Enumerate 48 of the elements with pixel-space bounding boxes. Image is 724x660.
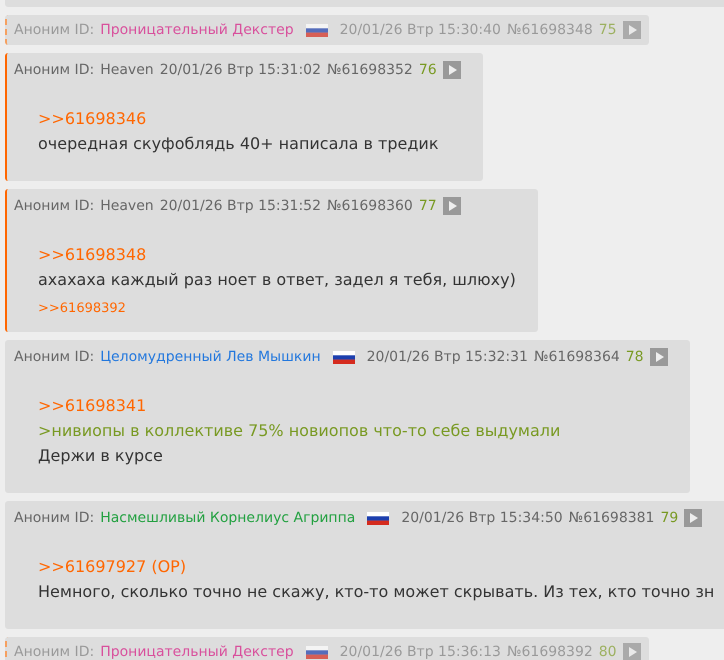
poster-label: Аноним ID: bbox=[14, 198, 94, 214]
post-counter: 80 bbox=[598, 644, 617, 660]
post-date: 20/01/26 Втр 15:32:31 bbox=[366, 349, 528, 365]
post-text: очередная скуфоблядь 40+ написала в тредик bbox=[38, 134, 440, 153]
post-text: Немного, сколько точно не скажу, кто-то может скрывать. Из тех, кто точно зн bbox=[38, 582, 714, 601]
post-text: ахахаха каждый раз ноет в ответ, задел я тебя, шлюху) bbox=[38, 270, 516, 289]
play-icon[interactable] bbox=[442, 197, 461, 215]
post-number[interactable]: №61698392 bbox=[506, 644, 593, 660]
post-counter: 77 bbox=[418, 198, 437, 214]
poster-label: Аноним ID: bbox=[14, 62, 94, 78]
poster-label: Аноним ID: bbox=[14, 644, 94, 660]
post-counter: 79 bbox=[660, 510, 678, 526]
post-number[interactable]: №61698348 bbox=[506, 22, 593, 38]
reply-link[interactable]: >>61698341 bbox=[38, 396, 668, 415]
poster-label: Аноним ID: bbox=[14, 510, 94, 526]
poster-id: Heaven bbox=[100, 198, 154, 214]
play-icon[interactable] bbox=[622, 643, 641, 660]
backlink[interactable]: >>61698392 bbox=[38, 301, 126, 316]
poster-id: Проницательный Декстер bbox=[100, 644, 294, 660]
post-number[interactable]: №61698352 bbox=[327, 62, 413, 78]
collapsed-post[interactable]: Аноним ID: Проницательный Декстер 20/01/26 Втр 15:36:13 №61698392 80 bbox=[5, 637, 649, 660]
poster-label: Аноним ID: bbox=[14, 349, 94, 365]
post-number[interactable]: №61698360 bbox=[327, 198, 413, 214]
poster-id: Проницательный Декстер bbox=[100, 22, 294, 38]
reply-link[interactable]: >>61697927 (OP) bbox=[38, 557, 714, 576]
post-number[interactable]: №61698364 bbox=[534, 349, 620, 365]
post-counter: 76 bbox=[418, 62, 437, 78]
post-text: Держи в курсе bbox=[38, 446, 164, 465]
post-date: 20/01/26 Втр 15:30:40 bbox=[340, 22, 501, 38]
post-counter: 78 bbox=[626, 349, 644, 365]
reply-link[interactable]: >>61698346 bbox=[38, 109, 461, 128]
post-date: 20/01/26 Втр 15:34:50 bbox=[401, 510, 563, 526]
poster-label: Аноним ID: bbox=[14, 22, 94, 38]
play-icon[interactable] bbox=[622, 21, 641, 39]
post-number[interactable]: №61698381 bbox=[568, 510, 654, 526]
post-counter: 75 bbox=[598, 22, 617, 38]
post-date: 20/01/26 Втр 15:31:52 bbox=[160, 198, 321, 214]
quote-text: >нивиопы в коллективе 75% новиопов что-то себе выдумали bbox=[38, 421, 562, 440]
post-date: 20/01/26 Втр 15:36:13 bbox=[340, 644, 501, 660]
play-icon[interactable] bbox=[650, 348, 668, 366]
collapsed-post[interactable]: Аноним ID: Проницательный Декстер 20/01/26 Втр 15:30:40 №61698348 75 bbox=[5, 15, 649, 45]
post-date: 20/01/26 Втр 15:31:02 bbox=[160, 62, 321, 78]
reply-link[interactable]: >>61698348 bbox=[38, 245, 516, 264]
poster-id: Насмешливый Корнелиус Агриппа bbox=[100, 510, 356, 526]
poster-id: Целомудренный Лев Мышкин bbox=[100, 349, 321, 365]
play-icon[interactable] bbox=[684, 509, 702, 527]
poster-id: Heaven bbox=[100, 62, 154, 78]
play-icon[interactable] bbox=[442, 61, 461, 79]
